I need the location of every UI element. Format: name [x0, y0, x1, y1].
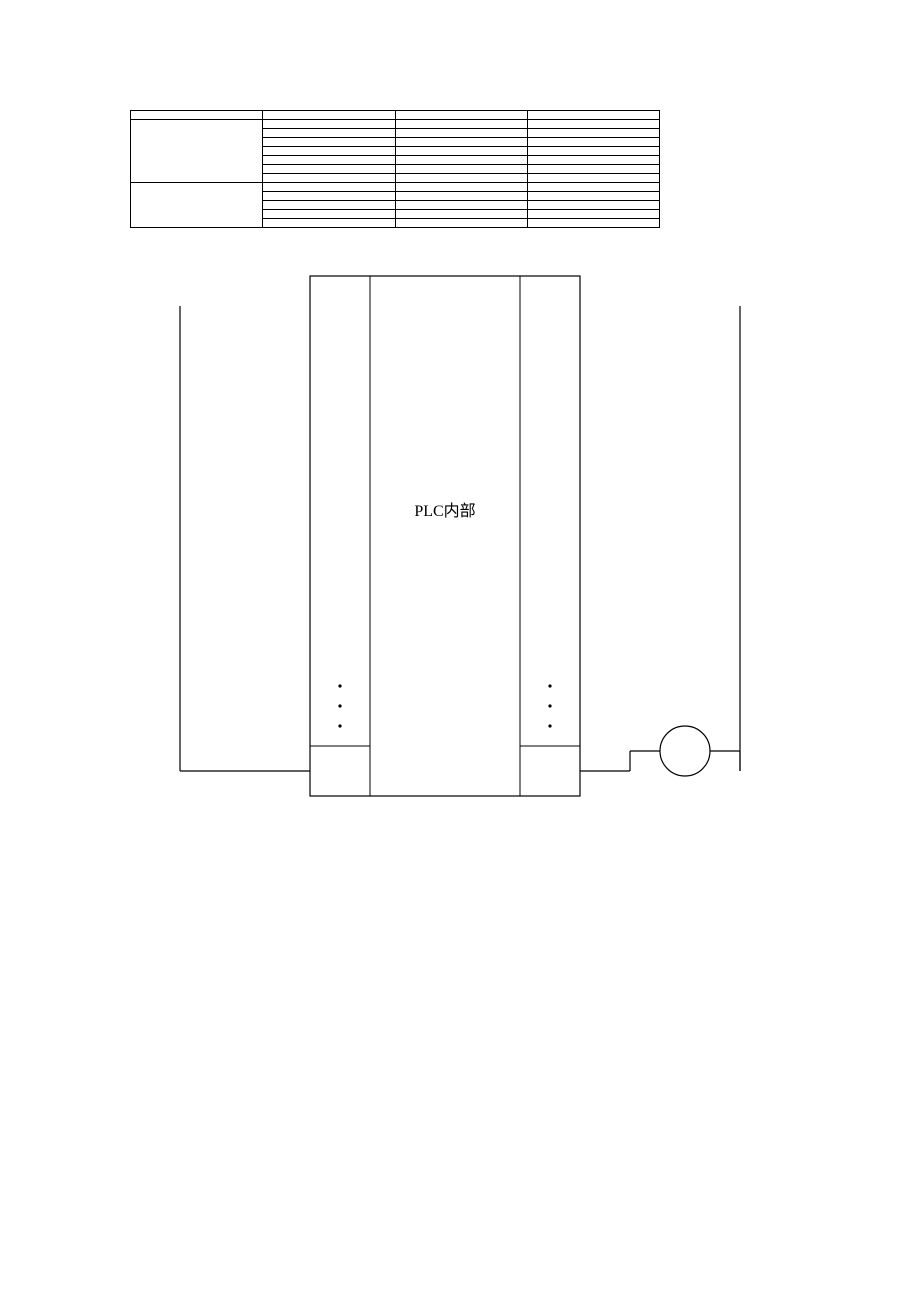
table-row: [131, 183, 660, 192]
cell-comp: [263, 156, 395, 165]
th-component: [263, 111, 395, 120]
cell-plc: [395, 183, 527, 192]
cell-plc: [395, 192, 527, 201]
supply-circle-icon: [660, 726, 710, 776]
power-supply-24v: [580, 726, 740, 776]
cell-func: [527, 192, 659, 201]
cell-func: [527, 147, 659, 156]
page: PLC内部: [0, 0, 920, 909]
cell-func: [527, 210, 659, 219]
cell-func: [527, 138, 659, 147]
cell-comp: [263, 219, 395, 228]
table-header-row: [131, 111, 660, 120]
cell-func: [527, 165, 659, 174]
plc-box: [310, 276, 580, 796]
cell-func: [527, 201, 659, 210]
cell-comp: [263, 192, 395, 201]
cell-category-output: [131, 183, 263, 228]
th-category: [131, 111, 263, 120]
cell-plc: [395, 165, 527, 174]
io-wiring-diagram: PLC内部: [140, 256, 780, 821]
cell-func: [527, 120, 659, 129]
cell-category-input: [131, 120, 263, 183]
cell-plc: [395, 129, 527, 138]
cell-plc: [395, 120, 527, 129]
cell-comp: [263, 138, 395, 147]
cell-comp: [263, 165, 395, 174]
cell-func: [527, 156, 659, 165]
plc-center-label-1: PLC内部: [414, 502, 475, 520]
cell-comp: [263, 183, 395, 192]
cell-comp: [263, 147, 395, 156]
cell-comp: [263, 174, 395, 183]
cell-comp: [263, 201, 395, 210]
cell-func: [527, 174, 659, 183]
cell-func: [527, 219, 659, 228]
cell-comp: [263, 129, 395, 138]
cell-func: [527, 129, 659, 138]
io-allocation-table: [130, 110, 660, 228]
wiring-svg: PLC内部: [140, 256, 780, 816]
th-function: [527, 111, 659, 120]
cell-plc: [395, 174, 527, 183]
cell-comp: [263, 210, 395, 219]
table-row: [131, 120, 660, 129]
cell-plc: [395, 147, 527, 156]
cell-plc: [395, 201, 527, 210]
cell-plc: [395, 219, 527, 228]
cell-plc: [395, 210, 527, 219]
cell-plc: [395, 156, 527, 165]
th-plc: [395, 111, 527, 120]
cell-comp: [263, 120, 395, 129]
cell-func: [527, 183, 659, 192]
cell-plc: [395, 138, 527, 147]
